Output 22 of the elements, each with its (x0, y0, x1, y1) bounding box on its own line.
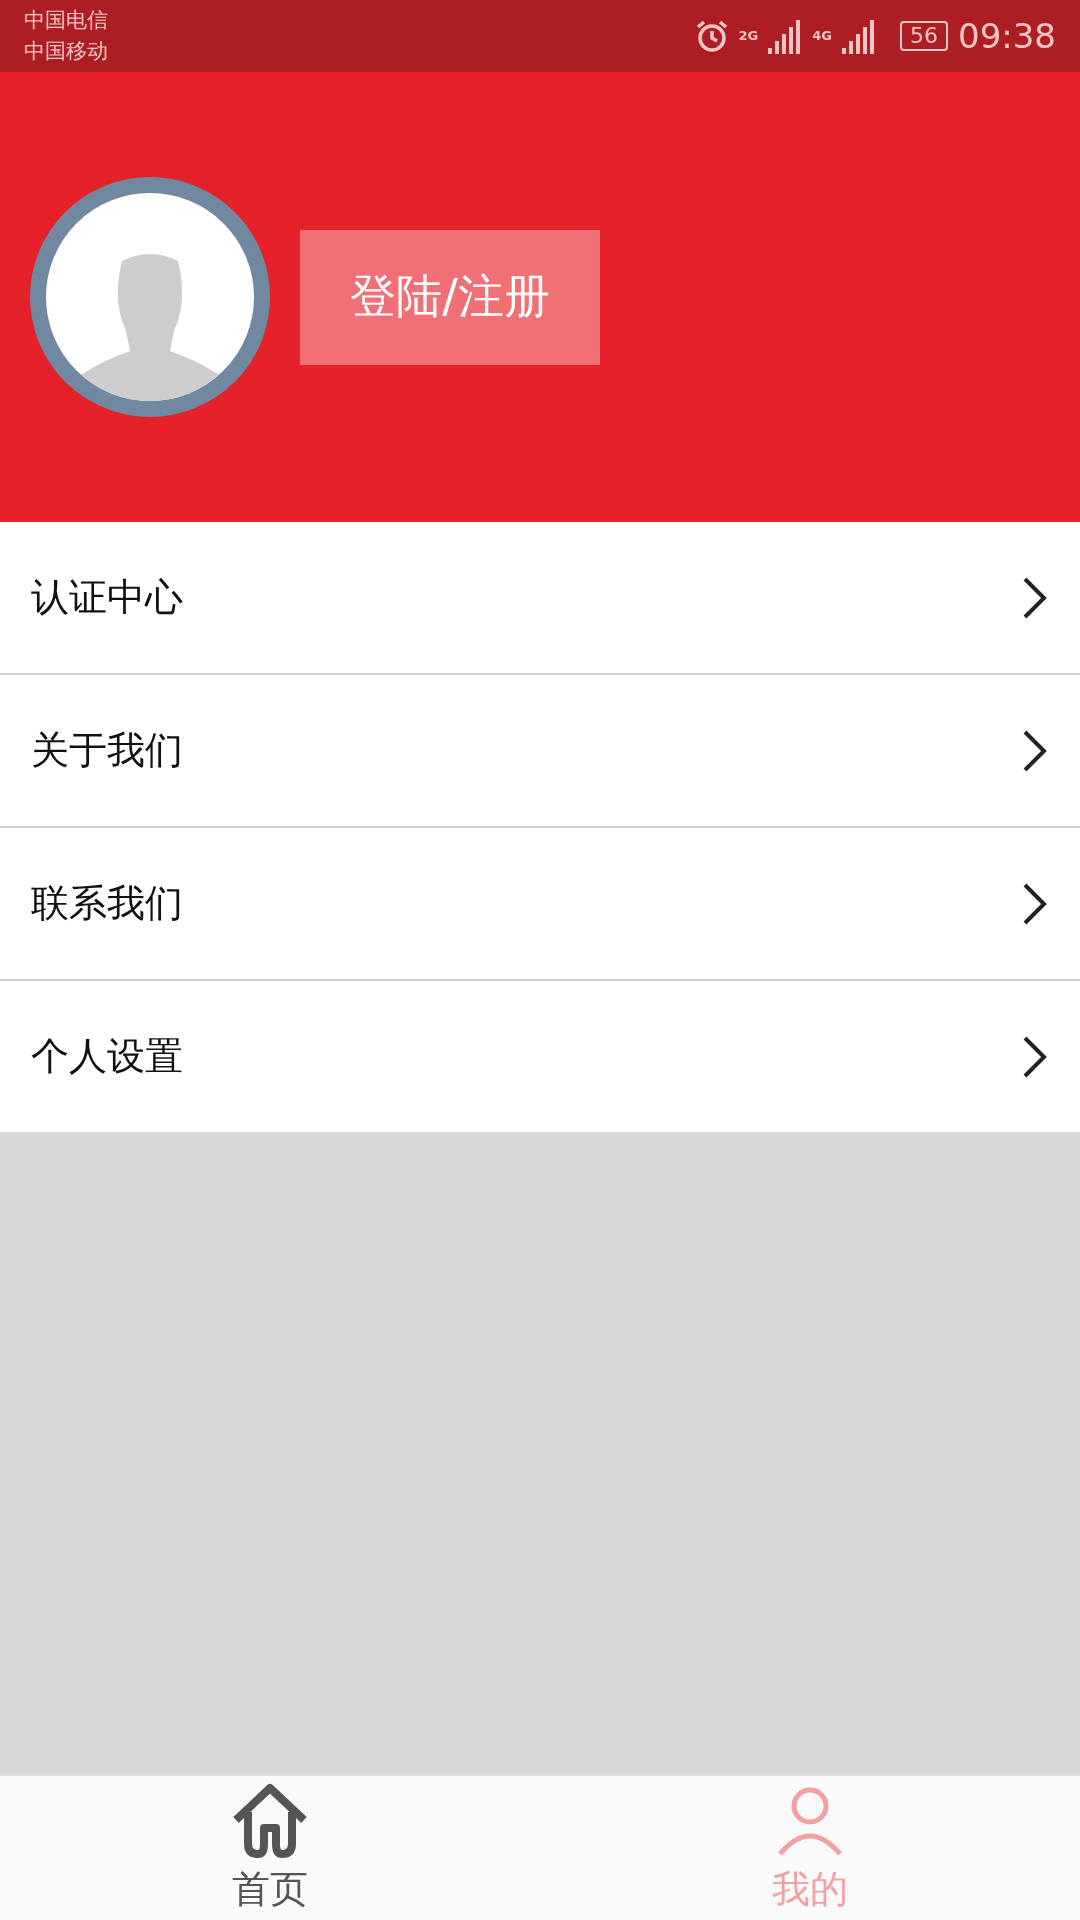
menu-item-label: 个人设置 (31, 1033, 183, 1080)
network-type: 4G (812, 28, 832, 43)
chevron-right-icon (1022, 728, 1048, 773)
signal-icon (842, 18, 876, 54)
menu-item-label: 关于我们 (31, 727, 183, 774)
signal-icon (768, 18, 803, 54)
menu-item[interactable]: 认证中心 (0, 522, 1080, 675)
menu-item[interactable]: 联系我们 (0, 828, 1080, 981)
menu-item-label: 认证中心 (31, 574, 183, 621)
carrier-name: 中国移动 (24, 38, 108, 65)
alarm-icon (694, 19, 729, 53)
tab-bar-item[interactable]: 首页 (0, 1776, 540, 1920)
chevron-right-icon (1022, 1034, 1048, 1079)
clock-time: 09:38 (958, 16, 1056, 56)
carrier-name: 中国电信 (24, 7, 108, 34)
menu-item[interactable]: 个人设置 (0, 981, 1080, 1132)
network-type: 2G (738, 28, 759, 43)
menu-item-label: 联系我们 (31, 880, 183, 927)
menu-item[interactable]: 关于我们 (0, 675, 1080, 828)
chevron-right-icon (1022, 575, 1048, 620)
chevron-right-icon (1022, 881, 1048, 926)
battery-level: 56 (900, 21, 948, 51)
